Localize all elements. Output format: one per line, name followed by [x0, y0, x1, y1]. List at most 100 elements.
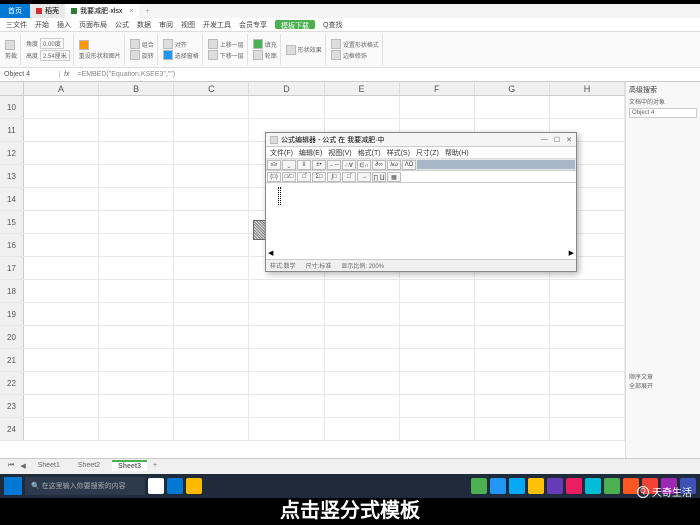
- tool-greek-upper-icon[interactable]: ΛΩ: [402, 160, 416, 170]
- cell[interactable]: [475, 326, 550, 348]
- cell[interactable]: [99, 326, 174, 348]
- row-header-19[interactable]: 19: [0, 303, 24, 325]
- sheet-nav-prev[interactable]: ◀: [20, 462, 25, 470]
- dlg-menu-size[interactable]: 尺寸(Z): [416, 148, 439, 157]
- app-icon-4[interactable]: [528, 478, 544, 494]
- col-H[interactable]: H: [550, 82, 625, 95]
- tmpl-script-icon[interactable]: □̂: [297, 172, 311, 182]
- tmpl-sum-icon[interactable]: Σ□: [312, 172, 326, 182]
- close-icon[interactable]: ✕: [566, 136, 572, 144]
- cell[interactable]: [174, 418, 249, 440]
- cell[interactable]: [24, 395, 99, 417]
- row-header-24[interactable]: 24: [0, 418, 24, 440]
- cell[interactable]: [400, 96, 475, 118]
- menu-data[interactable]: 数据: [137, 20, 151, 29]
- col-B[interactable]: B: [99, 82, 174, 95]
- cell[interactable]: [550, 349, 625, 371]
- cell[interactable]: [550, 280, 625, 302]
- outline-icon[interactable]: [253, 50, 263, 60]
- cell[interactable]: [24, 326, 99, 348]
- maximize-icon[interactable]: ☐: [554, 136, 560, 144]
- tool-greek-lower-icon[interactable]: λω: [387, 160, 401, 170]
- rotate-icon[interactable]: [130, 50, 140, 60]
- cell[interactable]: [174, 349, 249, 371]
- down-layer-icon[interactable]: [208, 50, 218, 60]
- col-F[interactable]: F: [400, 82, 475, 95]
- cell[interactable]: [174, 119, 249, 141]
- cell[interactable]: [24, 119, 99, 141]
- cell[interactable]: [174, 326, 249, 348]
- cell[interactable]: [24, 372, 99, 394]
- close-icon[interactable]: ×: [129, 8, 133, 15]
- dlg-menu-style[interactable]: 样式(S): [387, 148, 410, 157]
- cell[interactable]: [174, 96, 249, 118]
- menu-vip[interactable]: 会员专享: [239, 20, 267, 29]
- cell[interactable]: [174, 395, 249, 417]
- cell[interactable]: [550, 372, 625, 394]
- cell[interactable]: [99, 303, 174, 325]
- dlg-menu-view[interactable]: 视图(V): [328, 148, 351, 157]
- cell[interactable]: [99, 257, 174, 279]
- col-C[interactable]: C: [174, 82, 249, 95]
- cell[interactable]: [99, 349, 174, 371]
- cell[interactable]: [174, 303, 249, 325]
- cell[interactable]: [249, 280, 324, 302]
- sheet-1[interactable]: Sheet1: [32, 461, 66, 470]
- row-header-21[interactable]: 21: [0, 349, 24, 371]
- side-object-input[interactable]: Object 4: [629, 108, 697, 118]
- scroll-left-icon[interactable]: ◀: [268, 249, 273, 257]
- tmpl-product-icon[interactable]: ∏ ∐: [372, 172, 386, 182]
- tab-home[interactable]: 首页: [0, 4, 30, 18]
- edge-icon[interactable]: [167, 478, 183, 494]
- tab-doc-1[interactable]: 稻壳: [30, 4, 65, 18]
- cell[interactable]: [24, 188, 99, 210]
- task-view-icon[interactable]: [148, 478, 164, 494]
- row-header-22[interactable]: 22: [0, 372, 24, 394]
- cell[interactable]: [24, 349, 99, 371]
- dlg-menu-help[interactable]: 帮助(H): [445, 148, 469, 157]
- cell[interactable]: [249, 395, 324, 417]
- menu-layout[interactable]: 页面布局: [79, 20, 107, 29]
- align-icon[interactable]: [163, 39, 173, 49]
- menu-search[interactable]: Q查找: [323, 20, 342, 29]
- cell[interactable]: [99, 234, 174, 256]
- tool-embellish-icon[interactable]: ẍ: [297, 160, 311, 170]
- menu-insert[interactable]: 插入: [57, 20, 71, 29]
- cell[interactable]: [325, 372, 400, 394]
- cell[interactable]: [325, 395, 400, 417]
- cell[interactable]: [249, 418, 324, 440]
- cell[interactable]: [24, 257, 99, 279]
- tool-relation-icon[interactable]: ≤≥: [267, 160, 281, 170]
- cell[interactable]: [99, 280, 174, 302]
- cell[interactable]: [550, 418, 625, 440]
- dlg-menu-file[interactable]: 文件(F): [270, 148, 293, 157]
- cell[interactable]: [174, 188, 249, 210]
- cell[interactable]: [475, 349, 550, 371]
- cell[interactable]: [99, 119, 174, 141]
- add-tab-icon[interactable]: +: [139, 8, 155, 15]
- dlg-menu-format[interactable]: 格式(T): [358, 148, 381, 157]
- cell[interactable]: [550, 96, 625, 118]
- dlg-menu-edit[interactable]: 编辑(E): [299, 148, 322, 157]
- cell[interactable]: [475, 372, 550, 394]
- cell[interactable]: [99, 165, 174, 187]
- tool-operator-icon[interactable]: ±•: [312, 160, 326, 170]
- format-icon[interactable]: [331, 39, 341, 49]
- cell[interactable]: [325, 349, 400, 371]
- cell[interactable]: [400, 349, 475, 371]
- tmpl-fraction-icon[interactable]: □/□: [282, 172, 296, 182]
- cell[interactable]: [475, 303, 550, 325]
- select-all-corner[interactable]: [0, 82, 24, 95]
- app-icon-8[interactable]: [604, 478, 620, 494]
- tmpl-integral-icon[interactable]: ∫□: [327, 172, 341, 182]
- formula-input[interactable]: =EMBED("Equation.KSEE3",""): [73, 71, 700, 78]
- row-header-13[interactable]: 13: [0, 165, 24, 187]
- cell[interactable]: [550, 326, 625, 348]
- cell[interactable]: [400, 418, 475, 440]
- col-D[interactable]: D: [249, 82, 324, 95]
- tool-misc-icon[interactable]: ∂∞: [372, 160, 386, 170]
- crop-icon[interactable]: [5, 40, 15, 50]
- tool-logic-icon[interactable]: ∴∀: [342, 160, 356, 170]
- cell[interactable]: [550, 395, 625, 417]
- cell[interactable]: [24, 142, 99, 164]
